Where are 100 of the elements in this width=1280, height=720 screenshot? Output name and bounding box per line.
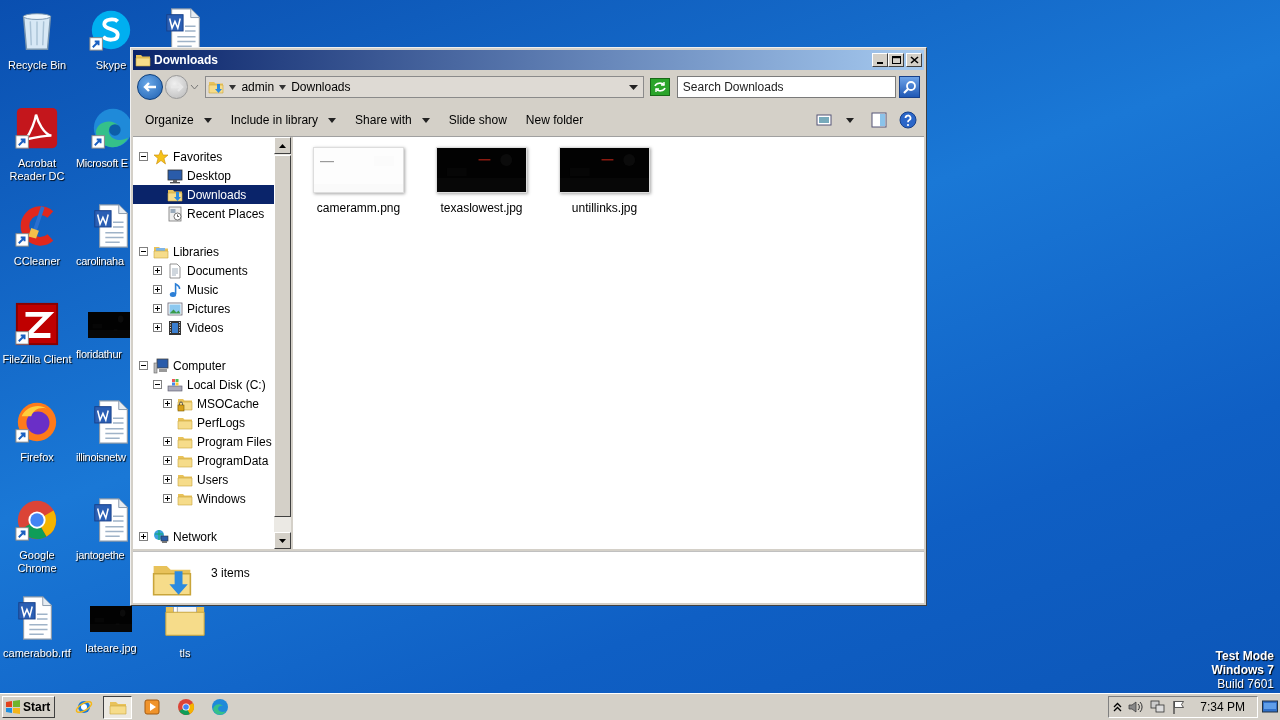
caret-icon [203,117,212,123]
document-icon [167,262,183,279]
tree-item[interactable]: Pictures [133,299,274,318]
browser-icon [176,698,195,716]
toolbar-button[interactable]: Include in library [222,108,345,132]
tree-item[interactable]: Windows [133,489,274,508]
back-button[interactable] [137,74,163,100]
minus-icon [140,153,147,160]
icon-label[interactable]: floridathur [76,348,122,361]
icon-label[interactable]: Microsoft E [76,157,128,170]
icon-label[interactable]: FileZilla Client [2,353,72,366]
expand-toggle[interactable] [153,285,162,294]
scroll-up-button[interactable] [274,137,291,154]
star-icon [153,148,169,165]
show-desktop-button[interactable] [1262,700,1278,714]
breadcrumb[interactable]: admin [241,78,275,96]
tree-item[interactable]: MSOCache [133,394,274,413]
dropdown-caret-icon [629,84,639,90]
os-notice: Test Mode [1215,649,1274,663]
expand-toggle[interactable] [139,532,148,541]
speaker-icon [1128,700,1144,714]
expand-toggle[interactable] [163,399,172,408]
icon-label[interactable]: Acrobat Reader DC [1,157,73,183]
toolbar-button[interactable]: Slide show [440,108,515,132]
refresh-button[interactable] [650,78,670,96]
icon-label[interactable]: tls [179,647,191,660]
file-transfer-app-icon[interactable] [14,301,60,347]
tree-item[interactable]: Favorites [133,147,274,166]
expand-toggle[interactable] [163,456,172,465]
tree-item[interactable]: Computer [133,356,274,375]
caret-icon [229,84,237,90]
taskbar-button[interactable] [103,695,132,719]
expand-toggle[interactable] [163,494,172,503]
toolbar-button[interactable]: New folder [517,108,592,132]
icon-label[interactable]: Recycle Bin [7,59,67,72]
plus-icon [154,324,161,331]
document-app-icon[interactable] [14,105,60,151]
expand-toggle[interactable] [163,475,172,484]
tree-item[interactable]: Downloads [133,185,274,204]
tree-item[interactable]: Network [133,527,274,546]
search-field[interactable]: Search Downloads [676,76,897,98]
history-caret-icon [190,84,200,90]
network-icon [1150,700,1166,714]
expand-toggle[interactable] [153,323,162,332]
icon-label[interactable]: Skype [95,59,127,72]
toolbar-button[interactable]: Share with [347,108,438,132]
icon-label[interactable]: illinoisnetw [76,451,126,464]
icon-label[interactable]: Google Chrome [1,549,73,575]
icon-label[interactable]: CCleaner [13,255,61,268]
icon-label[interactable]: jantogethe [76,549,125,562]
refresh-icon [652,81,667,93]
tree-item[interactable]: Libraries [133,242,274,261]
clock[interactable]: 7:34 PM [1200,698,1245,716]
preview-pane-button[interactable] [869,110,889,130]
file-name[interactable]: untillinks.jpg [571,199,638,217]
collapse-toggle[interactable] [139,247,148,256]
monitor-icon [167,167,183,184]
computer-icon [153,357,169,374]
tree-item[interactable]: Users [133,470,274,489]
start-button[interactable]: Start [2,696,55,718]
item-count: 3 items [211,565,250,582]
search-button[interactable] [899,76,920,98]
close-button[interactable] [906,53,922,67]
icon-label[interactable]: lateare.jpg [85,642,137,655]
plus-icon [164,476,171,483]
address-bar[interactable]: admin Downloads [205,76,645,98]
tree-item[interactable]: ProgramData [133,451,274,470]
expand-toggle[interactable] [153,304,162,313]
tree-item[interactable]: Recent Places [133,204,274,223]
tree-item[interactable]: Documents [133,261,274,280]
download-folder-icon [208,79,225,95]
file-name[interactable]: texaslowest.jpg [440,199,523,217]
maximize-button[interactable] [888,53,904,67]
music-note-icon [167,281,183,298]
tree-item[interactable]: Desktop [133,166,274,185]
forward-arrow-icon [169,81,184,93]
icon-label[interactable]: Firefox [20,451,54,464]
tree-item[interactable]: Local Disk (C:) [133,375,274,394]
icon-label[interactable]: camerabob.rtf [3,647,71,660]
media-player-icon [142,698,161,716]
film-icon [167,319,183,336]
expand-toggle[interactable] [153,266,162,275]
tree-item[interactable]: Videos [133,318,274,337]
help-button[interactable] [898,110,918,130]
collapse-toggle[interactable] [139,152,148,161]
show-hidden-icons-button[interactable] [1113,702,1122,712]
tree-item[interactable]: Music [133,280,274,299]
recent-places-icon [167,205,183,222]
toolbar-button[interactable]: Organize [137,108,220,132]
collapse-toggle[interactable] [153,380,162,389]
icon-label[interactable]: carolinaha [76,255,124,268]
back-arrow-icon [142,81,157,93]
expand-toggle[interactable] [163,437,172,446]
tree-item[interactable]: Program Files [133,432,274,451]
tree-item[interactable]: PerfLogs [133,413,274,432]
scroll-down-button[interactable] [274,532,291,549]
collapse-toggle[interactable] [139,361,148,370]
file-name[interactable]: cameramm.png [316,199,401,217]
breadcrumb[interactable]: Downloads [291,78,351,96]
minimize-button[interactable] [872,53,888,67]
